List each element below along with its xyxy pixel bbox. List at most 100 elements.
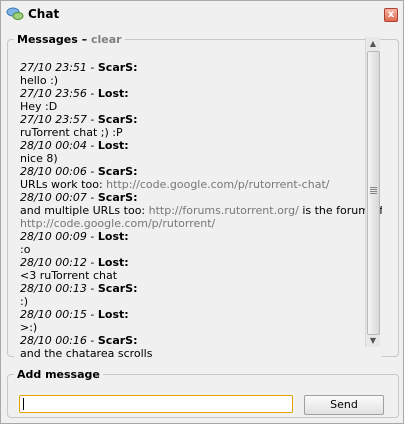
author-colon: : [133, 113, 138, 126]
clear-link[interactable]: clear [91, 33, 122, 46]
message-timestamp: 28/10 00:16 [20, 334, 87, 347]
message-body: Hey :D [20, 100, 57, 113]
message-header: 28/10 00:16 - ScarS: [20, 334, 138, 347]
scroll-thumb[interactable] [367, 51, 380, 335]
messages-legend-label: Messages [17, 33, 78, 46]
message-body: <3 ruTorrent chat [20, 269, 117, 282]
message-text: URLs work too: [20, 178, 107, 191]
author-colon: : [133, 282, 138, 295]
message-timestamp: 28/10 00:09 [20, 230, 87, 243]
message-body: :o [20, 243, 30, 256]
message-author: ScarS [97, 61, 134, 74]
author-colon: : [124, 87, 129, 100]
message-timestamp: 27/10 23:57 [20, 113, 87, 126]
message-link[interactable]: http://code.google.com/p/rutorrent-chat/ [106, 178, 329, 191]
message-timestamp: 28/10 00:15 [20, 308, 87, 321]
message-text: nice 8) [20, 152, 58, 165]
window-title: Chat [28, 7, 60, 21]
message-separator: - [86, 165, 98, 178]
message-body: nice 8) [20, 152, 58, 165]
message-text: and the chatarea scrolls [20, 347, 153, 360]
chat-bubbles-icon [6, 7, 24, 20]
author-colon: : [133, 334, 138, 347]
message-body: >:) [20, 321, 37, 334]
message-separator: - [86, 139, 98, 152]
text-caret [23, 398, 24, 410]
message-text: >:) [20, 321, 38, 334]
message-author: Lost [97, 87, 125, 100]
message-body: ruTorrent chat ;) :P [20, 126, 123, 139]
author-colon: : [133, 61, 138, 74]
message-link[interactable]: http://code.google.com/p/rutorrent/ [20, 217, 215, 230]
message-body: and multiple URLs too: http://forums.rut… [20, 204, 382, 217]
message-separator: - [86, 308, 98, 321]
author-colon: : [124, 139, 129, 152]
author-colon: : [124, 256, 129, 269]
message-separator: - [86, 230, 98, 243]
message-author: ScarS [97, 282, 134, 295]
message-timestamp: 28/10 00:04 [20, 139, 87, 152]
message-author: ScarS [97, 334, 134, 347]
add-message-legend: Add message [17, 368, 100, 381]
message-author: ScarS [97, 191, 134, 204]
message-timestamp: 28/10 00:12 [20, 256, 87, 269]
message-separator: - [86, 256, 98, 269]
author-colon: : [124, 308, 129, 321]
message-header: 28/10 00:04 - Lost: [20, 139, 129, 152]
message-list[interactable]: 27/10 23:51 - ScarS: hello :) 27/10 23:56 … [14, 56, 382, 362]
message-body: hello :) [20, 74, 58, 87]
message-text: :) [20, 295, 28, 308]
title-bar[interactable]: Chat x [1, 1, 403, 27]
add-message-panel: Add message Send [7, 368, 399, 418]
message-author: Lost [97, 139, 125, 152]
message-timestamp: 27/10 23:51 [20, 61, 87, 74]
scroll-down-icon[interactable]: ▼ [366, 334, 380, 347]
grip-icon [370, 187, 377, 195]
message-header: 28/10 00:12 - Lost: [20, 256, 129, 269]
close-icon: x [387, 9, 395, 20]
message-author: Lost [97, 256, 125, 269]
chat-window: Chat x Messages – clear 27/10 23:51 - Sc… [0, 0, 404, 424]
author-colon: : [124, 230, 129, 243]
messages-scrollbar[interactable]: ▲ ▼ [365, 37, 380, 347]
message-text: :o [20, 243, 31, 256]
message-timestamp: 28/10 00:07 [20, 191, 87, 204]
scroll-up-icon[interactable]: ▲ [366, 37, 380, 50]
message-author: ScarS [97, 165, 134, 178]
message-separator: - [86, 282, 98, 295]
message-header: 27/10 23:51 - ScarS: [20, 61, 138, 74]
message-link[interactable]: http://forums.rutorrent.org/ [149, 204, 299, 217]
messages-legend: Messages – clear [14, 33, 125, 46]
message-header: 28/10 00:09 - Lost: [20, 230, 129, 243]
message-header: 28/10 00:13 - ScarS: [20, 282, 138, 295]
message-header: 28/10 00:07 - ScarS: [20, 191, 138, 204]
message-header: 27/10 23:56 - Lost: [20, 87, 129, 100]
message-header: 28/10 00:06 - ScarS: [20, 165, 138, 178]
message-timestamp: 28/10 00:13 [20, 282, 87, 295]
message-text: ruTorrent chat ;) :P [20, 126, 123, 139]
author-colon: : [133, 191, 138, 204]
author-colon: : [133, 165, 138, 178]
message-body: URLs work too: http://code.google.com/p/… [20, 178, 329, 191]
message-text: and multiple URLs too: [20, 204, 149, 217]
message-text: <3 ruTorrent chat [20, 269, 118, 282]
message-separator: - [86, 334, 98, 347]
message-separator: - [86, 191, 98, 204]
close-button[interactable]: x [384, 8, 398, 22]
message-author: Lost [97, 308, 125, 321]
send-button[interactable]: Send [304, 395, 384, 415]
message-separator: - [86, 87, 98, 100]
legend-separator: – [81, 33, 88, 46]
message-header: 28/10 00:15 - Lost: [20, 308, 129, 321]
message-header: 27/10 23:57 - ScarS: [20, 113, 138, 126]
message-timestamp: 28/10 00:06 [20, 165, 87, 178]
message-separator: - [86, 61, 98, 74]
message-timestamp: 27/10 23:56 [20, 87, 87, 100]
messages-panel: Messages – clear 27/10 23:51 - ScarS: hel… [7, 33, 399, 362]
message-input[interactable] [19, 395, 293, 413]
message-author: ScarS [97, 113, 134, 126]
message-text: hello :) [20, 74, 59, 87]
message-body: and the chatarea scrolls [20, 347, 152, 360]
message-body: http://code.google.com/p/rutorrent/ [20, 217, 215, 230]
message-author: Lost [97, 230, 125, 243]
